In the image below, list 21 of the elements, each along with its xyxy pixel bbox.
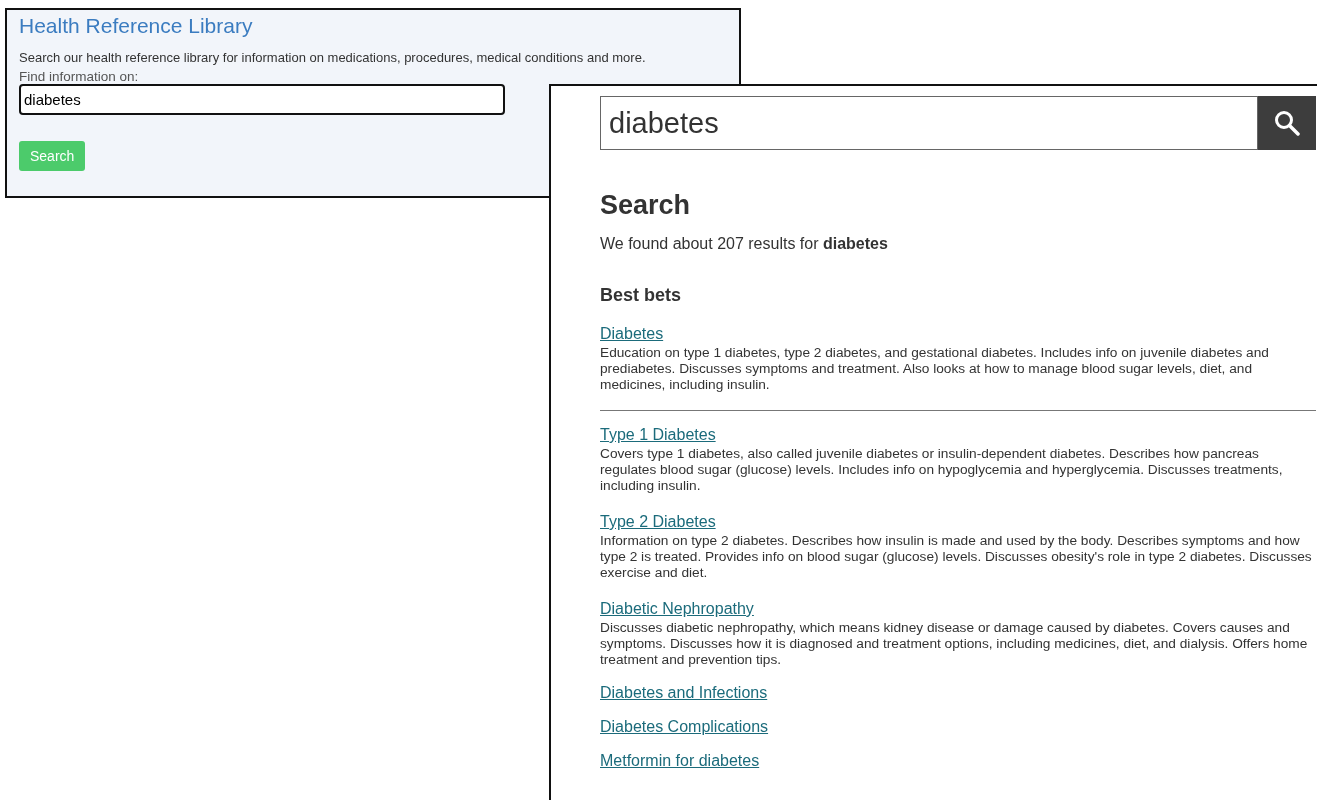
- result-link[interactable]: Diabetic Nephropathy: [600, 600, 754, 617]
- field-label: Find information on:: [19, 70, 140, 84]
- search-button[interactable]: [1258, 96, 1316, 150]
- section-heading: Best bets: [600, 285, 683, 306]
- result-link[interactable]: Diabetes Complications: [600, 718, 769, 735]
- result-description: Education on type 1 diabetes, type 2 diabetes, and gestational diabetes. Includes info on juvenile diabetes and prediabetes. Discusses symptoms and treatment. Also looks at how to manage blood sugar levels, diet, and medicines, including insulin.: [600, 345, 1270, 393]
- panel-title: Health Reference Library: [19, 14, 254, 38]
- result-link[interactable]: Type 2 Diabetes: [600, 513, 716, 530]
- search-field[interactable]: diabetes: [600, 96, 1258, 150]
- result-description: Discusses diabetic nephropathy, which means kidney disease or damage caused by diabetes. Covers causes and symptoms. Discusses how it is diagnosed and treatment options, including medicines, diet, and dialysis. Offers home treatment and prevention tips.: [600, 620, 1309, 668]
- result-link[interactable]: Type 1 Diabetes: [600, 426, 716, 443]
- result-link[interactable]: Diabetes: [600, 325, 664, 342]
- results-summary: We found about 207 results for diabetes: [600, 235, 889, 253]
- result-link[interactable]: Metformin for diabetes: [600, 752, 760, 769]
- page-heading: Search: [600, 190, 692, 221]
- search-field[interactable]: diabetes: [19, 84, 505, 115]
- result-link[interactable]: Diabetes and Infections: [600, 684, 768, 701]
- panel-description: Search our health reference library for information on medications, procedures, medical conditions and more.: [19, 50, 647, 65]
- result-description: Covers type 1 diabetes, also called juvenile diabetes or insulin-dependent diabetes. Describes how pancreas regulates blood sugar (glucose) levels. Includes info on hypoglycemia and hyperglycemia. Discusses treatments, including insulin.: [600, 446, 1284, 494]
- result-description: Information on type 2 diabetes. Describes how insulin is made and used by the body. Describes symptoms and how type 2 is treated. Provides info on blood sugar (glucose) levels. Discusses obesity's role in type 2 diabetes. Discusses exercise and diet.: [600, 533, 1313, 581]
- search-icon: [1274, 110, 1300, 136]
